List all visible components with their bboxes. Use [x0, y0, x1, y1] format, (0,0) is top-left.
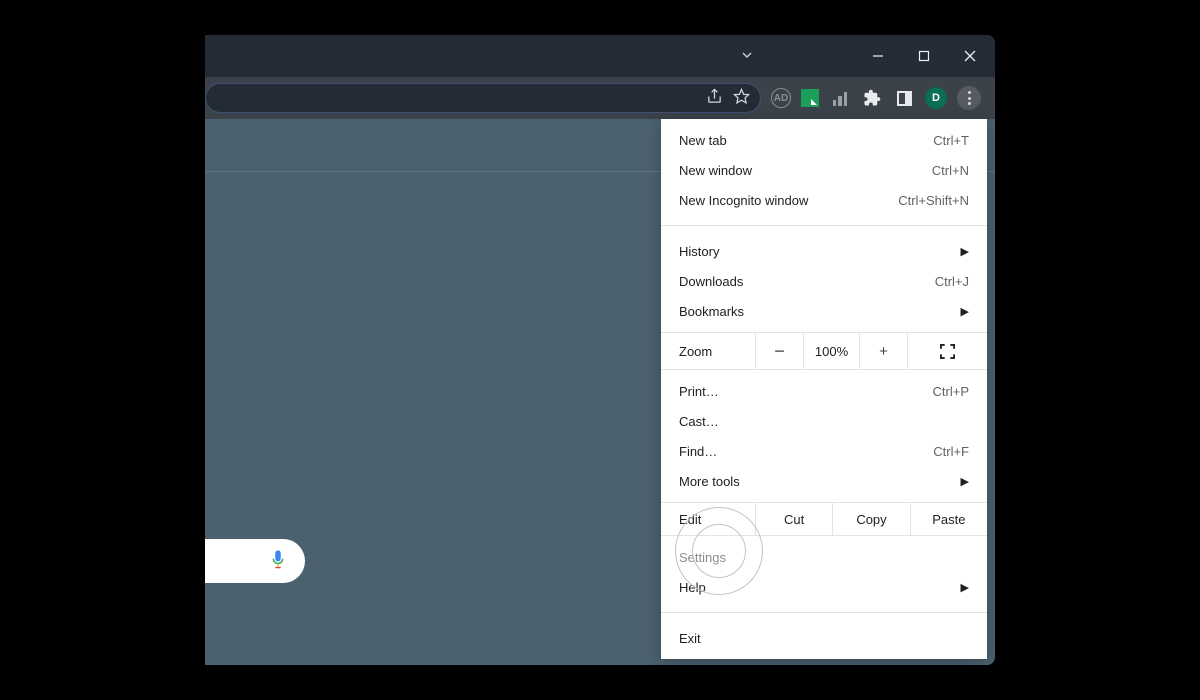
tab-overflow-chevron-icon[interactable]	[739, 47, 755, 66]
menu-item-new-tab[interactable]: New tabCtrl+T	[661, 125, 987, 155]
submenu-chevron-icon: ▶	[961, 245, 969, 258]
menu-item-downloads[interactable]: DownloadsCtrl+J	[661, 266, 987, 296]
extensions-puzzle-icon[interactable]	[861, 87, 883, 109]
menu-item-label: Exit	[679, 631, 969, 646]
zoom-out-button[interactable]: −	[755, 333, 803, 369]
menu-item-label: Print…	[679, 384, 933, 399]
menu-item-bookmarks[interactable]: Bookmarks▶	[661, 296, 987, 326]
menu-item-print[interactable]: Print…Ctrl+P	[661, 376, 987, 406]
address-bar[interactable]	[205, 83, 761, 113]
edit-label: Edit	[661, 503, 755, 535]
menu-item-label: New window	[679, 163, 932, 178]
adblock-extension-icon[interactable]: AD	[771, 88, 791, 108]
green-extension-icon[interactable]	[801, 89, 819, 107]
menu-item-history[interactable]: History▶	[661, 236, 987, 266]
zoom-label: Zoom	[661, 333, 755, 369]
menu-item-shortcut: Ctrl+T	[933, 133, 969, 148]
menu-item-label: Cast…	[679, 414, 969, 429]
menu-item-label: New Incognito window	[679, 193, 898, 208]
window-maximize-button[interactable]	[901, 35, 947, 77]
menu-item-label: Find…	[679, 444, 933, 459]
browser-toolbar: AD D	[205, 77, 995, 119]
menu-separator	[661, 225, 987, 226]
menu-item-new-incognito-window[interactable]: New Incognito windowCtrl+Shift+N	[661, 185, 987, 215]
menu-item-shortcut: Ctrl+Shift+N	[898, 193, 969, 208]
copy-button[interactable]: Copy	[832, 503, 909, 535]
menu-item-label: Bookmarks	[679, 304, 961, 319]
submenu-chevron-icon: ▶	[961, 475, 969, 488]
menu-item-find[interactable]: Find…Ctrl+F	[661, 436, 987, 466]
fullscreen-button[interactable]	[907, 333, 987, 369]
share-icon[interactable]	[706, 88, 723, 108]
menu-item-label: Help	[679, 580, 961, 595]
extensions-tray: AD D	[771, 86, 987, 110]
voice-search-icon[interactable]	[269, 549, 287, 574]
bars-extension-icon[interactable]	[829, 87, 851, 109]
browser-window: AD D New tabCtrl+TNew windowCtrl+NNew In…	[205, 35, 995, 665]
menu-item-shortcut: Ctrl+N	[932, 163, 969, 178]
edit-row: Edit Cut Copy Paste	[661, 502, 987, 536]
submenu-chevron-icon: ▶	[961, 581, 969, 594]
window-close-button[interactable]	[947, 35, 993, 77]
chrome-main-menu: New tabCtrl+TNew windowCtrl+NNew Incogni…	[661, 119, 987, 659]
menu-item-label: More tools	[679, 474, 961, 489]
menu-item-help[interactable]: Help▶	[661, 572, 987, 602]
side-panel-icon[interactable]	[893, 87, 915, 109]
customize-menu-button[interactable]	[957, 86, 981, 110]
menu-separator	[661, 612, 987, 613]
submenu-chevron-icon: ▶	[961, 305, 969, 318]
menu-item-label: History	[679, 244, 961, 259]
window-minimize-button[interactable]	[855, 35, 901, 77]
menu-item-label: Downloads	[679, 274, 935, 289]
menu-item-more-tools[interactable]: More tools▶	[661, 466, 987, 496]
zoom-value: 100%	[803, 333, 859, 369]
profile-avatar[interactable]: D	[925, 87, 947, 109]
zoom-in-button[interactable]: +	[859, 333, 907, 369]
menu-item-exit[interactable]: Exit	[661, 623, 987, 653]
zoom-row: Zoom − 100% +	[661, 332, 987, 370]
menu-item-settings[interactable]: Settings	[661, 542, 987, 572]
menu-item-cast[interactable]: Cast…	[661, 406, 987, 436]
google-search-bar[interactable]	[205, 539, 305, 583]
menu-item-label: New tab	[679, 133, 933, 148]
paste-button[interactable]: Paste	[910, 503, 987, 535]
window-titlebar	[205, 35, 995, 77]
menu-item-new-window[interactable]: New windowCtrl+N	[661, 155, 987, 185]
menu-item-shortcut: Ctrl+J	[935, 274, 969, 289]
bookmark-star-icon[interactable]	[733, 88, 750, 108]
cut-button[interactable]: Cut	[755, 503, 832, 535]
menu-item-shortcut: Ctrl+P	[933, 384, 969, 399]
menu-item-label: Settings	[679, 550, 969, 565]
menu-item-shortcut: Ctrl+F	[933, 444, 969, 459]
